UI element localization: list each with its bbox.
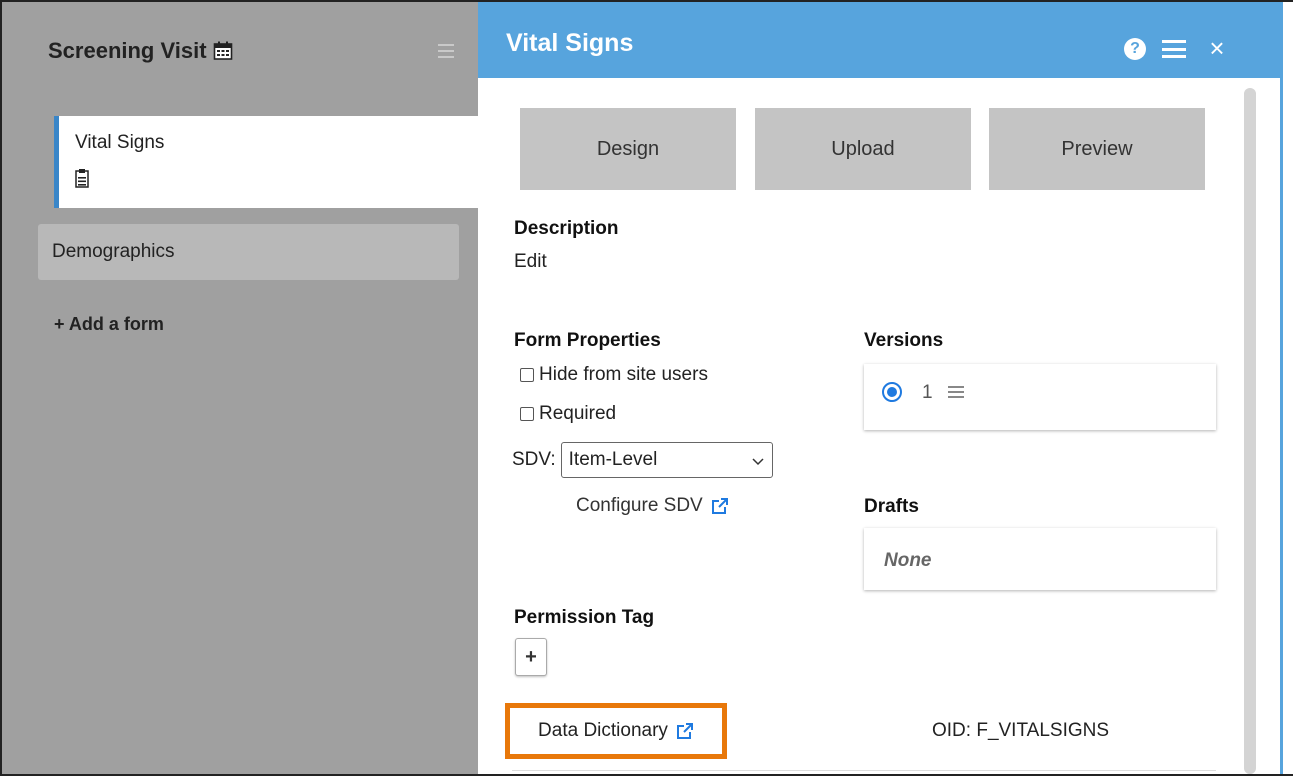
panel-border <box>1280 2 1283 774</box>
sdv-label: SDV: <box>512 449 556 470</box>
drafts-title: Drafts <box>864 496 919 517</box>
sdv-select-value: Item-Level <box>568 449 658 470</box>
clipboard-icon <box>75 168 89 188</box>
help-icon[interactable]: ? <box>1124 38 1146 60</box>
checkbox-label: Required <box>539 403 617 424</box>
sdv-select[interactable]: Item-Level <box>560 442 773 478</box>
checkbox-label: Hide from site users <box>539 364 708 385</box>
configure-sdv-label: Configure SDV <box>576 495 703 516</box>
sdv-row: SDV: Item-Level <box>512 442 773 478</box>
design-button[interactable]: Design <box>520 108 736 190</box>
form-item-label: Vital Signs <box>75 132 165 153</box>
form-item-label: Demographics <box>52 241 175 262</box>
upload-button[interactable]: Upload <box>755 108 971 190</box>
scrollbar-thumb[interactable] <box>1244 88 1256 774</box>
preview-button[interactable]: Preview <box>989 108 1205 190</box>
external-link-icon <box>711 497 729 515</box>
configure-sdv-link[interactable]: Configure SDV <box>576 495 729 517</box>
form-detail-panel: Vital Signs ? × Design Upload Preview De… <box>478 2 1293 774</box>
versions-title: Versions <box>864 330 944 351</box>
form-item-demographics[interactable]: Demographics <box>38 224 459 280</box>
version-menu-icon[interactable] <box>948 386 964 398</box>
menu-icon[interactable] <box>1162 40 1186 58</box>
add-permission-tag-button[interactable]: + <box>515 638 547 676</box>
oid-label: OID: F_VITALSIGNS <box>932 720 1110 741</box>
checkbox-box[interactable] <box>520 368 534 382</box>
menu-icon[interactable] <box>438 44 454 58</box>
chevron-down-icon <box>752 451 764 466</box>
visit-title-text: Screening Visit <box>48 38 207 63</box>
required-checkbox[interactable]: Required <box>520 403 616 425</box>
description-title: Description <box>514 218 619 239</box>
visit-sidebar: Screening Visit Vital Signs Demographics… <box>2 2 478 774</box>
add-form-link[interactable]: + Add a form <box>54 314 164 335</box>
drafts-list: None <box>864 528 1216 590</box>
divider <box>512 770 1216 771</box>
app-frame: Screening Visit Vital Signs Demographics… <box>0 0 1293 776</box>
visit-title: Screening Visit <box>48 38 233 64</box>
form-item-vital-signs[interactable]: Vital Signs <box>54 116 478 208</box>
external-link-icon <box>676 722 694 740</box>
hide-from-site-users-checkbox[interactable]: Hide from site users <box>520 364 708 386</box>
checkbox-box[interactable] <box>520 407 534 421</box>
data-dictionary-link[interactable]: Data Dictionary <box>505 703 727 759</box>
version-radio[interactable] <box>882 382 902 402</box>
panel-title: Vital Signs <box>506 29 634 57</box>
close-icon[interactable]: × <box>1206 35 1228 61</box>
calendar-icon <box>213 41 233 61</box>
form-properties-title: Form Properties <box>514 330 661 351</box>
data-dictionary-label: Data Dictionary <box>538 720 668 741</box>
permission-tag-title: Permission Tag <box>514 607 655 628</box>
panel-header: Vital Signs ? × <box>478 2 1281 78</box>
visit-header: Screening Visit <box>2 2 478 98</box>
version-number: 1 <box>922 382 933 403</box>
description-edit-link[interactable]: Edit <box>514 251 547 273</box>
versions-list: 1 <box>864 364 1216 430</box>
drafts-empty-label: None <box>884 550 932 571</box>
